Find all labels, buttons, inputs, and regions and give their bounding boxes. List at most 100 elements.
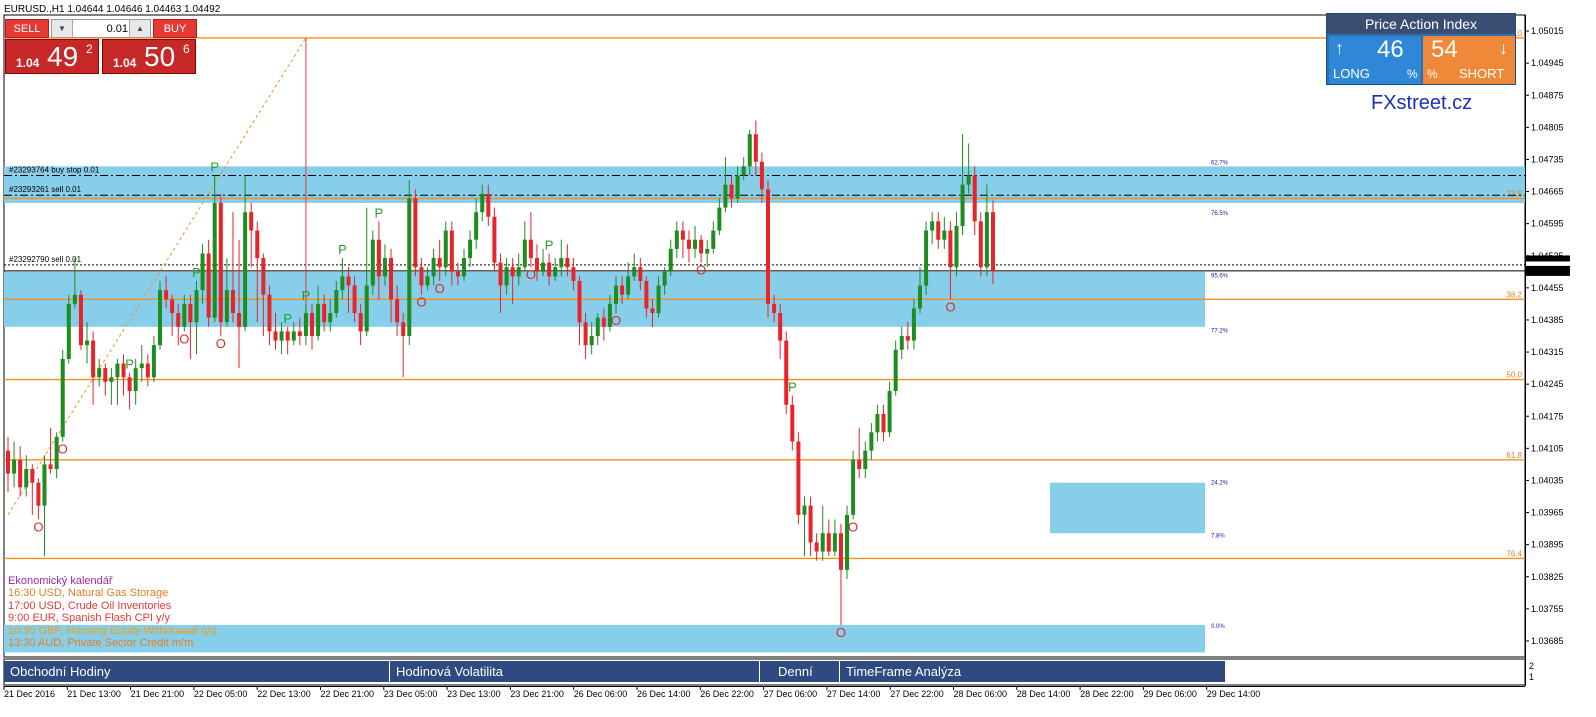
- candle-body: [705, 248, 710, 254]
- y-tick-label: 1.05015: [1531, 26, 1564, 36]
- tab-timeframe-analyza[interactable]: TimeFrame Analýza: [840, 661, 1226, 682]
- y-tick-label: 1.03965: [1531, 508, 1564, 518]
- candle-body: [358, 313, 363, 332]
- candle-body: [182, 303, 187, 327]
- candle-body: [772, 303, 777, 314]
- calendar-item: 16:30 USD, Natural Gas Storage: [8, 587, 169, 600]
- pai-title: Price Action Index: [1327, 14, 1515, 34]
- candle-body: [492, 216, 497, 263]
- order-label: #23292790 sell 0.01: [9, 255, 82, 264]
- candle-body: [480, 193, 485, 213]
- chart-title: EURUSD.,H1 1.04644 1.04646 1.04463 1.044…: [4, 4, 221, 15]
- arrow-up-icon: ↑: [1335, 38, 1344, 58]
- candle-body: [522, 239, 527, 268]
- y-tick-label: 1.04385: [1531, 315, 1564, 325]
- candle-body: [686, 239, 691, 249]
- sell-price-sup: 2: [86, 42, 93, 56]
- pivot-marker: P: [125, 357, 134, 372]
- x-tick-label: 22 Dec 05:00: [194, 689, 248, 699]
- candle-body: [145, 363, 150, 378]
- lot-decrease-icon[interactable]: ▼: [52, 20, 73, 37]
- calendar-item: 9:00 EUR, Spanish Flash CPI y/y: [8, 612, 171, 625]
- candle-body: [674, 230, 679, 249]
- candle-body: [200, 253, 205, 291]
- x-tick-label: 28 Dec 14:00: [1017, 689, 1071, 699]
- pivot-marker: O: [179, 331, 189, 346]
- zone-percent-label: 62.7%: [1211, 161, 1229, 167]
- sell-button[interactable]: SELL: [5, 19, 49, 38]
- y-tick-label: 1.04315: [1531, 347, 1564, 357]
- candle-body: [948, 230, 953, 268]
- candle-body: [918, 285, 922, 309]
- pai-short-label: SHORT: [1459, 66, 1505, 81]
- pai-short-value: 54: [1431, 36, 1458, 63]
- candle-body: [279, 331, 284, 341]
- candle-body: [942, 230, 947, 240]
- candle-body: [954, 225, 959, 268]
- candle-body: [449, 230, 454, 272]
- tab-hodinova-volatilita[interactable]: Hodinová Volatilita: [390, 661, 760, 682]
- x-tick-label: 27 Dec 06:00: [764, 689, 818, 699]
- x-tick-label: 23 Dec 05:00: [384, 689, 438, 699]
- candle-body: [498, 262, 503, 286]
- candle-body: [759, 161, 764, 190]
- pivot-marker: P: [788, 380, 797, 395]
- candle-body: [796, 441, 801, 515]
- candle-body: [97, 368, 102, 378]
- candle-body: [78, 294, 83, 346]
- x-tick-label: 21 Dec 21:00: [131, 689, 185, 699]
- candle-body: [662, 271, 667, 286]
- y-tick-label: 1.04035: [1531, 475, 1564, 485]
- fib-level-label: 38.2: [1506, 290, 1522, 299]
- one-click-trading-panel: SELL ▼ ▲ BUY 1.04 49 2 1.04 50 6: [5, 19, 197, 75]
- candle-body: [18, 459, 23, 488]
- candle-body: [595, 317, 600, 336]
- pivot-marker: O: [611, 313, 621, 328]
- candle-body: [334, 290, 339, 314]
- x-tick-label: 26 Dec 14:00: [637, 689, 691, 699]
- candle-body: [303, 313, 308, 336]
- y-tick-label: 1.04175: [1531, 411, 1564, 421]
- y-tick-label: 1.03685: [1531, 636, 1564, 646]
- arrow-down-icon: ↓: [1499, 38, 1508, 58]
- candle-body: [85, 340, 90, 346]
- calendar-heading: Ekonomický kalendář: [8, 575, 113, 587]
- candle-body: [723, 184, 728, 208]
- candle-body: [164, 290, 169, 300]
- lot-increase-icon[interactable]: ▲: [129, 20, 150, 37]
- tab-denni[interactable]: Denní: [760, 661, 840, 682]
- x-tick-label: 26 Dec 06:00: [574, 689, 628, 699]
- candle-body: [218, 203, 223, 323]
- lot-input[interactable]: [74, 20, 128, 37]
- candle-body: [133, 368, 138, 392]
- candle-body: [243, 212, 248, 327]
- price-action-index-widget: Price Action Index ↑ 46 LONG % 54 ↓ % SH…: [1326, 13, 1516, 85]
- buy-price-box[interactable]: 1.04 50 6: [102, 39, 196, 74]
- candle-body: [316, 303, 321, 336]
- pivot-marker: O: [696, 263, 706, 278]
- candle-body: [668, 248, 673, 272]
- x-tick-label: 21 Dec 2016: [4, 689, 55, 699]
- candle-body: [741, 166, 746, 176]
- pivot-marker: P: [192, 265, 201, 280]
- pivot-marker: P: [210, 160, 219, 175]
- pivot-marker: O: [836, 625, 846, 640]
- subwindow-scale-label: 1: [1529, 672, 1534, 682]
- tab-obchodni-hodiny[interactable]: Obchodní Hodiny: [4, 661, 390, 682]
- sell-price-box[interactable]: 1.04 49 2: [5, 39, 99, 74]
- candle-body: [978, 221, 983, 268]
- pivot-marker: O: [526, 267, 536, 282]
- candle-body: [382, 258, 387, 277]
- candle-body: [680, 230, 685, 240]
- candle-body: [188, 303, 193, 323]
- candle-body: [559, 258, 564, 268]
- price-chart[interactable]: 210.023.638.250.061.876.462.7%76.5%95.6%…: [0, 0, 1596, 717]
- buy-button[interactable]: BUY: [153, 19, 197, 38]
- pivot-marker: O: [848, 519, 858, 534]
- x-tick-label: 23 Dec 13:00: [447, 689, 501, 699]
- y-tick-label: 1.03825: [1531, 572, 1564, 582]
- x-tick-label: 21 Dec 13:00: [67, 689, 121, 699]
- candle-body: [784, 340, 789, 405]
- candle-body: [644, 280, 649, 309]
- y-axis-line: [1525, 15, 1526, 686]
